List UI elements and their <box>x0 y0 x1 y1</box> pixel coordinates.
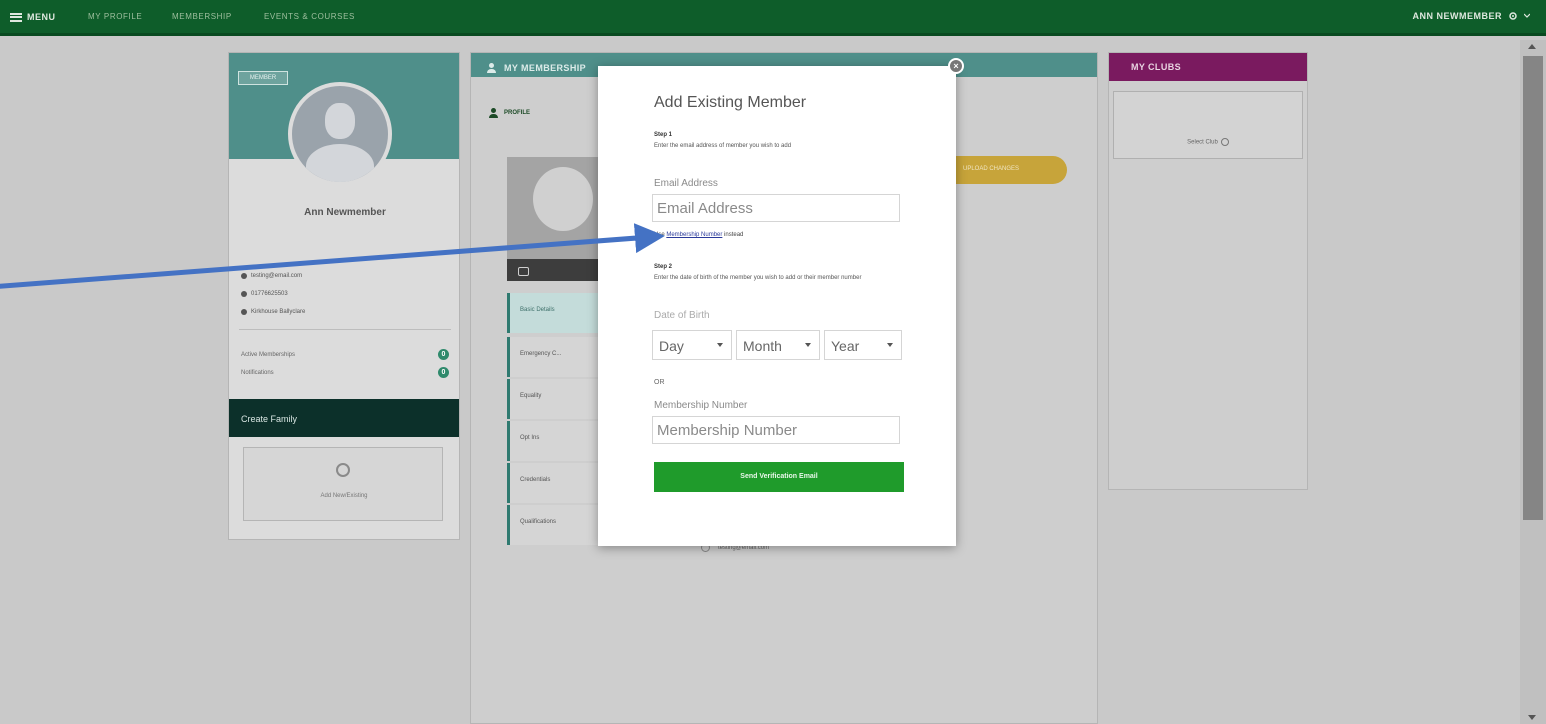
email-label: Email Address <box>654 178 718 189</box>
hamburger-icon <box>10 12 22 22</box>
send-verification-email-button[interactable]: Send Verification Email <box>654 462 904 492</box>
create-family-header: Create Family <box>229 399 459 437</box>
day-select-value: Day <box>659 338 684 354</box>
profile-photo[interactable] <box>507 157 603 281</box>
side-tab-opt-ins[interactable]: Opt Ins <box>507 421 603 461</box>
step1-description: Enter the email address of member you wi… <box>654 143 792 149</box>
nav-item-events-courses[interactable]: EVENTS & COURSES <box>264 12 355 21</box>
menu-label: MENU <box>27 12 56 22</box>
link-prefix: Use <box>654 232 665 238</box>
tab-profile-label: PROFILE <box>504 110 531 116</box>
add-new-existing-label: Add New/Existing <box>320 493 368 499</box>
user-menu[interactable]: ANN NEWMEMBER <box>1412 11 1530 21</box>
use-membership-number-link[interactable]: Membership Number <box>666 232 722 238</box>
tab-profile[interactable]: PROFILE <box>489 108 530 118</box>
nav-item-my-profile[interactable]: MY PROFILE <box>88 12 142 21</box>
select-club-label: Select Club <box>1187 139 1218 146</box>
select-club-button[interactable]: Select Club <box>1113 91 1303 159</box>
side-tab-credentials[interactable]: Credentials <box>507 463 603 503</box>
chevron-down-icon <box>1524 13 1530 18</box>
contact-location-text: Kirkhouse Ballyclare <box>251 309 306 315</box>
gear-icon <box>1509 12 1517 20</box>
profile-card: MEMBER Ann Newmember testing@email.com 0… <box>228 52 460 540</box>
clubs-title: MY CLUBS <box>1109 53 1307 81</box>
add-existing-member-modal: Add Existing Member Step 1 Enter the ema… <box>598 66 956 546</box>
link-suffix: instead <box>724 232 744 238</box>
contact-email-text: testing@email.com <box>251 273 303 279</box>
side-tab-emergency[interactable]: Emergency C... <box>507 337 603 377</box>
email-icon <box>241 273 247 279</box>
chevron-down-icon <box>805 343 811 347</box>
side-tab-qualifications[interactable]: Qualifications <box>507 505 603 545</box>
active-memberships-label: Active Memberships <box>241 352 296 358</box>
notifications-row[interactable]: Notifications 0 <box>241 367 449 378</box>
year-select-value: Year <box>831 338 860 354</box>
step2-description: Enter the date of birth of the member yo… <box>654 275 862 281</box>
month-select-value: Month <box>743 338 782 354</box>
scrollbar-thumb[interactable] <box>1523 56 1543 520</box>
clubs-panel: MY CLUBS Select Club <box>1108 52 1308 490</box>
profile-name: Ann Newmember <box>304 207 386 218</box>
top-nav-bar: MENU MY PROFILE MEMBERSHIP EVENTS & COUR… <box>0 0 1546 36</box>
active-memberships-row[interactable]: Active Memberships 0 <box>241 349 449 360</box>
upload-changes-button[interactable]: UPLOAD CHANGES <box>939 156 1067 184</box>
chevron-down-icon <box>717 343 723 347</box>
notifications-count: 0 <box>438 367 449 378</box>
scroll-up-arrow-icon[interactable] <box>1528 44 1536 49</box>
phone-icon <box>241 291 247 297</box>
side-tab-basic-details[interactable]: Basic Details <box>507 293 603 333</box>
or-label: OR <box>654 379 665 386</box>
notifications-label: Notifications <box>241 370 274 376</box>
chevron-down-icon <box>887 343 893 347</box>
contact-location: Kirkhouse Ballyclare <box>241 309 305 315</box>
day-select[interactable]: Day <box>652 330 732 360</box>
scroll-down-arrow-icon[interactable] <box>1528 715 1536 720</box>
modal-title: Add Existing Member <box>654 94 807 111</box>
close-icon[interactable]: × <box>948 58 964 74</box>
membership-number-input[interactable] <box>652 416 900 444</box>
location-pin-icon <box>241 309 247 315</box>
active-memberships-count: 0 <box>438 349 449 360</box>
avatar <box>288 82 392 186</box>
side-tab-equality[interactable]: Equality <box>507 379 603 419</box>
email-input[interactable] <box>652 194 900 222</box>
add-icon <box>1220 138 1229 146</box>
add-new-existing-button[interactable]: Add New/Existing <box>243 447 443 521</box>
camera-icon[interactable] <box>518 267 529 276</box>
year-select[interactable]: Year <box>824 330 902 360</box>
contact-phone: 01776625503 <box>241 291 288 297</box>
step1-label: Step 1 <box>654 132 673 138</box>
nav-item-membership[interactable]: MEMBERSHIP <box>172 12 232 21</box>
add-icon <box>336 463 350 477</box>
scrollbar[interactable] <box>1520 40 1546 724</box>
dob-label: Date of Birth <box>654 310 710 321</box>
user-name: ANN NEWMEMBER <box>1412 11 1502 21</box>
use-membership-number-line: Use Membership Number instead <box>654 232 743 238</box>
contact-phone-text: 01776625503 <box>251 291 288 297</box>
menu-button[interactable]: MENU <box>10 12 56 22</box>
member-badge: MEMBER <box>238 71 288 85</box>
membership-title: MY MEMBERSHIP <box>504 63 587 73</box>
contact-email: testing@email.com <box>241 273 302 279</box>
membership-number-label: Membership Number <box>654 400 748 411</box>
person-icon <box>487 63 496 73</box>
step2-label: Step 2 <box>654 264 673 270</box>
person-icon <box>489 108 498 118</box>
month-select[interactable]: Month <box>736 330 820 360</box>
divider <box>239 329 451 330</box>
